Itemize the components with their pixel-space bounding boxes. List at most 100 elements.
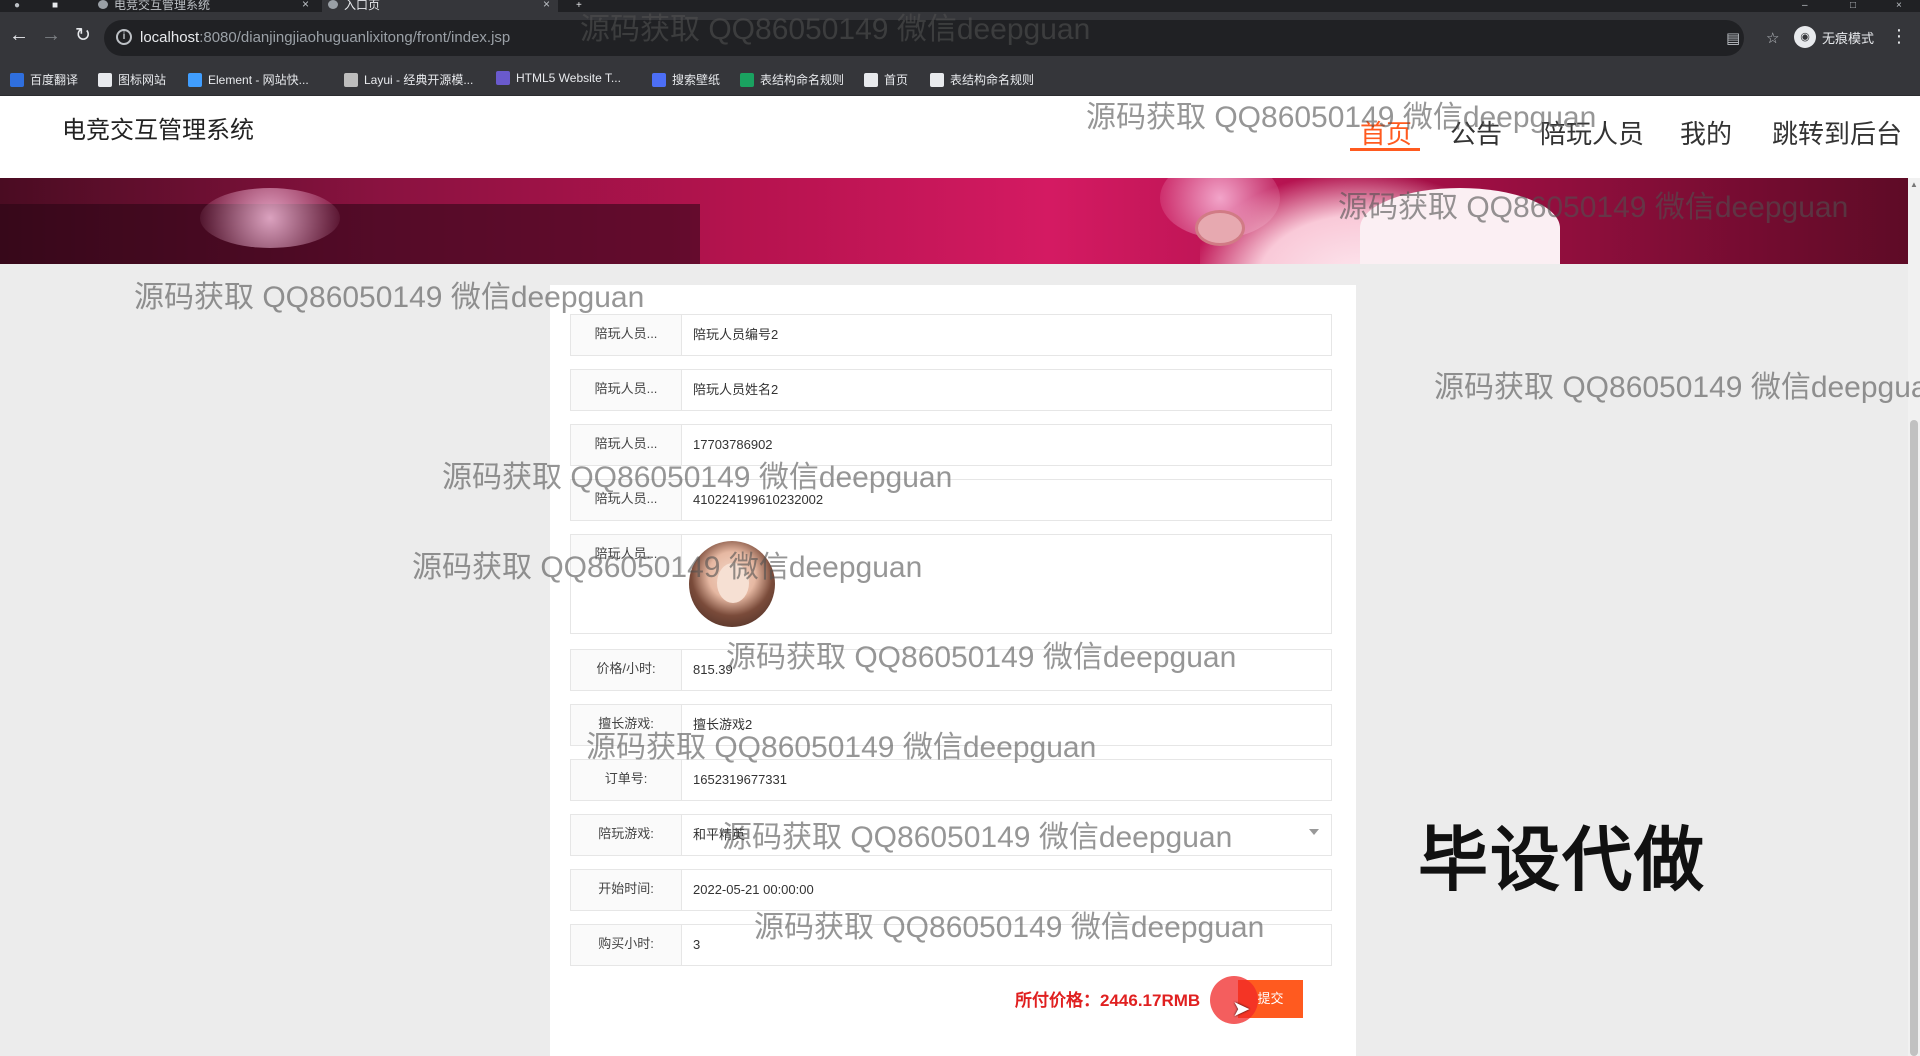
close-window-icon[interactable]: ×	[1896, 0, 1902, 11]
field-value[interactable]: 17703786902	[693, 425, 773, 465]
nav-companions[interactable]: 陪玩人员	[1540, 114, 1644, 151]
field-label: 陪玩人员...	[571, 425, 682, 465]
form-row-start-time[interactable]: 开始时间: 2022-05-21 00:00:00	[570, 869, 1332, 911]
field-value[interactable]: 410224199610232002	[693, 480, 823, 520]
tab-favicon-icon	[328, 0, 338, 9]
field-value[interactable]: 擅长游戏2	[693, 705, 752, 745]
translate-icon[interactable]: ▤	[1726, 29, 1740, 47]
maximize-icon[interactable]: □	[1850, 0, 1856, 11]
banner-light	[200, 188, 340, 248]
bookmark-layui[interactable]: Layui - 经典开源模...	[344, 71, 473, 88]
bookmark-html5-templates[interactable]: HTML5 Website T...	[496, 71, 621, 85]
game-select-value[interactable]: 和平精英	[693, 815, 745, 855]
incognito-label: 无痕模式	[1822, 30, 1875, 46]
field-label: 开始时间:	[571, 870, 682, 910]
form-row-play-game-select[interactable]: 陪玩游戏: 和平精英	[570, 814, 1332, 856]
minimize-icon[interactable]: –	[1802, 0, 1808, 11]
form-row-companion-phone[interactable]: 陪玩人员... 17703786902	[570, 424, 1332, 466]
chrome-logo-icon: ●	[14, 0, 21, 11]
globe-icon	[930, 72, 944, 87]
bookmark-element[interactable]: Element - 网站快...	[188, 71, 309, 88]
field-value[interactable]: 陪玩人员编号2	[693, 315, 778, 355]
field-value[interactable]: 3	[693, 925, 700, 965]
form-row-companion-idcard[interactable]: 陪玩人员... 410224199610232002	[570, 479, 1332, 521]
forward-icon[interactable]: →	[38, 24, 64, 47]
tab-entry-page[interactable]: 入口页 ×	[322, 0, 558, 12]
bookmark-star-icon[interactable]: ☆	[1766, 29, 1779, 47]
browser-tab-strip: ● ■ 电竞交互管理系统 × 入口页 × + – □ ×	[0, 0, 1920, 12]
layui-logo-icon	[344, 72, 358, 87]
field-label: 陪玩人员...	[571, 315, 682, 355]
site-info-icon[interactable]: i	[116, 29, 132, 45]
field-value[interactable]: 815.39	[693, 650, 733, 690]
back-icon[interactable]: ←	[6, 24, 32, 47]
address-toolbar: ← → ↻ i localhost:8080/dianjingjiaohugua…	[0, 12, 1920, 64]
nav-announcements[interactable]: 公告	[1450, 114, 1502, 151]
incognito-icon: ◉	[1794, 26, 1816, 48]
bookmark-icon-site[interactable]: 图标网站	[98, 71, 166, 88]
close-tab-icon[interactable]: ×	[302, 0, 309, 10]
city-skyline	[0, 204, 700, 264]
field-label: 陪玩人员...	[571, 535, 682, 573]
total-price: 所付价格：2446.17RMB	[1015, 991, 1201, 1010]
banner-character-dress	[1360, 188, 1560, 264]
field-label: 购买小时:	[571, 925, 682, 965]
bookmark-wallpaper[interactable]: 搜索壁纸	[652, 71, 720, 88]
watermark: 源码获取 QQ86050149 微信deepguan	[1434, 371, 1920, 404]
form-row-companion-name[interactable]: 陪玩人员... 陪玩人员姓名2	[570, 369, 1332, 411]
field-value[interactable]: 2022-05-21 00:00:00	[693, 870, 814, 910]
field-label: 订单号:	[571, 760, 682, 800]
bookmark-baidu-translate[interactable]: 百度翻译	[10, 71, 78, 88]
form-row-skilled-game[interactable]: 擅长游戏: 擅长游戏2	[570, 704, 1332, 746]
site-title: 电竞交互管理系统	[62, 117, 254, 144]
url-field[interactable]: i localhost:8080/dianjingjiaohuguanlixit…	[104, 20, 1779, 56]
wallpaper-logo-icon	[652, 72, 666, 87]
url-text[interactable]: localhost:8080/dianjingjiaohuguanlixiton…	[140, 29, 510, 46]
chevron-down-icon[interactable]	[1309, 829, 1319, 835]
close-tab-icon[interactable]: ×	[543, 0, 550, 10]
form-row-hours[interactable]: 购买小时: 3	[570, 924, 1332, 966]
form-row-price-per-hour[interactable]: 价格/小时: 815.39	[570, 649, 1332, 691]
incognito-indicator[interactable]: ◉ 无痕模式	[1794, 22, 1874, 52]
field-label: 陪玩人员...	[571, 370, 682, 410]
flag-icon	[98, 72, 112, 87]
bookmark-naming-rules-1[interactable]: 表结构命名规则	[740, 71, 844, 88]
tab-title: 入口页	[344, 0, 381, 12]
tab-admin-system[interactable]: 电竞交互管理系统 ×	[92, 0, 317, 12]
form-row-order-number[interactable]: 订单号: 1652319677331	[570, 759, 1332, 801]
bookmark-home[interactable]: 首页	[864, 71, 908, 88]
avatar-face	[717, 563, 749, 603]
form-row-companion-photo: 陪玩人员...	[570, 534, 1332, 634]
field-value[interactable]: 1652319677331	[693, 760, 787, 800]
mouse-cursor-icon: ➤	[1232, 996, 1251, 1021]
reload-icon[interactable]: ↻	[70, 24, 96, 47]
tab-favicon-icon	[98, 0, 108, 9]
window-menu-icon[interactable]: ■	[52, 0, 58, 11]
globe-icon	[864, 72, 878, 87]
new-tab-icon[interactable]: +	[576, 0, 582, 11]
tab-title: 电竞交互管理系统	[114, 0, 211, 12]
field-value[interactable]: 陪玩人员姓名2	[693, 370, 778, 410]
nav-active-indicator	[1350, 148, 1420, 151]
nav-home[interactable]: 首页	[1360, 114, 1412, 151]
promo-overlay-text: 毕设代做	[1418, 819, 1706, 901]
field-label: 擅长游戏:	[571, 705, 682, 745]
nav-go-admin[interactable]: 跳转到后台	[1772, 114, 1902, 151]
browser-menu-icon[interactable]: ⋮	[1890, 26, 1908, 47]
nav-mine[interactable]: 我的	[1680, 114, 1732, 151]
scroll-up-icon[interactable]: ▲	[1910, 180, 1918, 189]
form-row-companion-id[interactable]: 陪玩人员... 陪玩人员编号2	[570, 314, 1332, 356]
hero-banner	[0, 178, 1908, 264]
page-scrollbar-thumb[interactable]	[1910, 420, 1918, 1056]
sheets-icon	[740, 72, 754, 87]
companion-avatar	[689, 541, 775, 627]
bookmark-favicon-icon	[10, 72, 24, 87]
banner-bouquet	[1195, 210, 1245, 246]
bookmark-naming-rules-2[interactable]: 表结构命名规则	[930, 71, 1034, 88]
html5-logo-icon	[496, 71, 510, 85]
field-label: 价格/小时:	[571, 650, 682, 690]
field-label: 陪玩人员...	[571, 480, 682, 520]
site-header: 电竞交互管理系统 首页 公告 陪玩人员 我的 跳转到后台	[0, 96, 1920, 178]
field-label: 陪玩游戏:	[571, 815, 682, 855]
bookmarks-bar: 百度翻译 图标网站 Element - 网站快... Layui - 经典开源模…	[0, 64, 1920, 96]
